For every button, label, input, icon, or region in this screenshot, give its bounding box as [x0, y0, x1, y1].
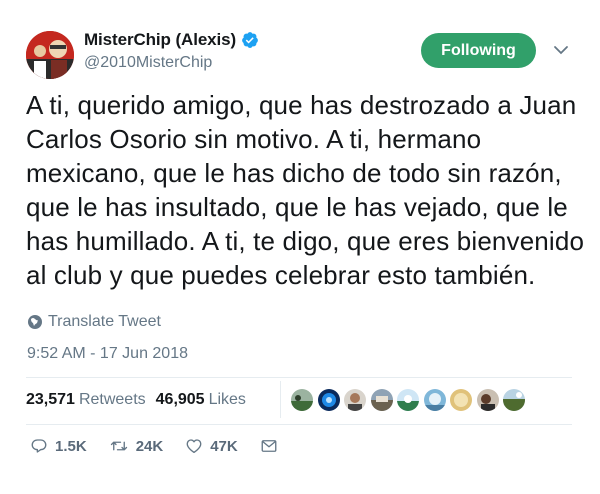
- liker-avatars: [291, 389, 530, 411]
- retweets-stat[interactable]: 23,571 Retweets: [26, 391, 156, 409]
- divider: [26, 424, 572, 425]
- chevron-down-icon[interactable]: [552, 41, 570, 59]
- liker-avatar[interactable]: [344, 389, 366, 411]
- retweets-count: 23,571: [26, 391, 75, 408]
- envelope-icon: [261, 440, 277, 452]
- verified-badge-icon: [241, 31, 259, 49]
- likes-stat[interactable]: 46,905 Likes: [156, 391, 256, 409]
- liker-avatar[interactable]: [503, 389, 525, 411]
- avatar[interactable]: [26, 31, 74, 79]
- divider: [26, 377, 572, 378]
- user-name-row[interactable]: MisterChip (Alexis): [84, 30, 259, 50]
- retweets-label: Retweets: [78, 391, 146, 408]
- liker-avatar[interactable]: [423, 389, 446, 411]
- stats-separator: [280, 381, 281, 418]
- translate-label: Translate Tweet: [48, 313, 161, 330]
- display-name[interactable]: MisterChip (Alexis): [84, 30, 236, 50]
- globe-icon: [28, 315, 42, 329]
- direct-message-button[interactable]: [260, 437, 285, 455]
- reply-button[interactable]: 1.5K: [30, 437, 87, 455]
- following-button[interactable]: Following: [421, 33, 536, 68]
- like-button[interactable]: 47K: [185, 437, 238, 455]
- tweet-timestamp[interactable]: 9:52 AM - 17 Jun 2018: [27, 345, 188, 363]
- likes-label: Likes: [208, 391, 246, 408]
- tweet-text: A ti, querido amigo, que has destrozado …: [26, 90, 585, 290]
- liker-avatar[interactable]: [370, 389, 393, 411]
- heart-icon: [186, 439, 202, 454]
- user-handle[interactable]: @2010MisterChip: [84, 54, 212, 72]
- translate-tweet-link[interactable]: Translate Tweet: [27, 313, 161, 331]
- liker-avatar[interactable]: [317, 389, 340, 411]
- tweet-card: MisterChip (Alexis) @2010MisterChip Foll…: [0, 0, 600, 494]
- tweet-actions: 1.5K 24K 47K: [30, 437, 307, 455]
- likes-count: 46,905: [155, 391, 205, 408]
- retweet-count: 24K: [135, 437, 164, 455]
- tweet-stats: 23,571 Retweets 46,905 Likes: [26, 391, 256, 409]
- liker-avatar[interactable]: [397, 389, 419, 411]
- retweet-icon: [110, 441, 127, 451]
- retweet-button[interactable]: 24K: [109, 437, 164, 455]
- like-count: 47K: [210, 437, 238, 455]
- liker-avatar[interactable]: [291, 389, 313, 411]
- reply-count: 1.5K: [55, 437, 87, 455]
- liker-avatar[interactable]: [476, 389, 499, 411]
- liker-avatar[interactable]: [450, 389, 472, 411]
- reply-icon: [31, 439, 47, 453]
